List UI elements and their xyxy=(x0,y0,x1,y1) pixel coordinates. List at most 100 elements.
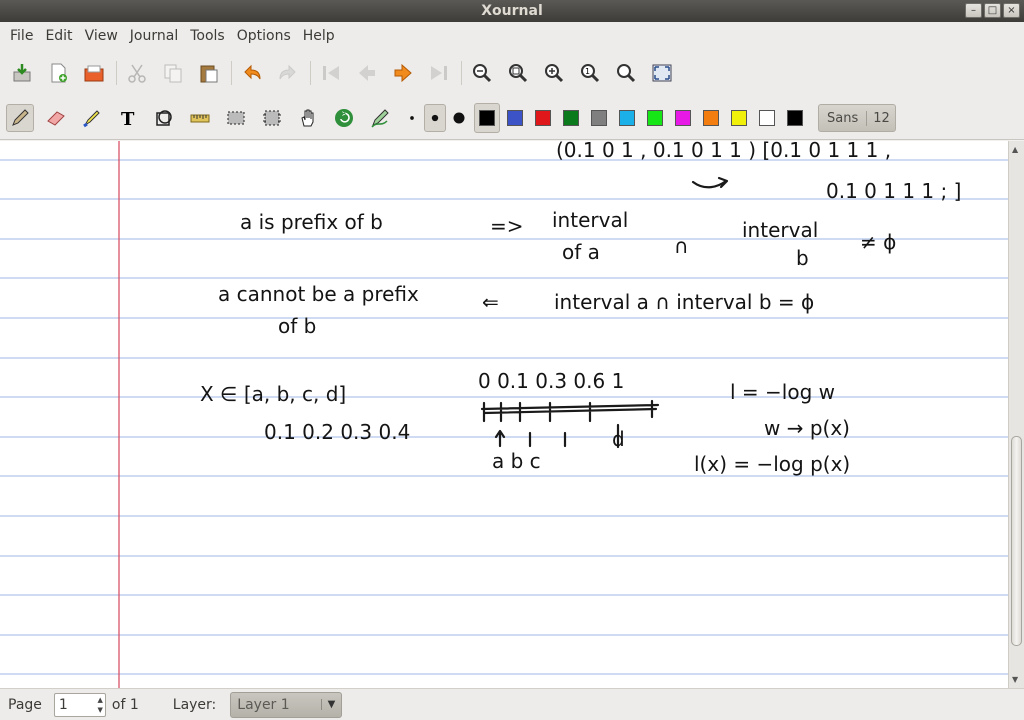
new-page-button[interactable] xyxy=(44,59,72,87)
color-blue-button[interactable] xyxy=(502,103,528,133)
previous-page-icon xyxy=(359,65,375,81)
first-page-icon xyxy=(323,66,339,80)
next-page-icon xyxy=(394,63,412,83)
color-green-button[interactable] xyxy=(558,103,584,133)
open-button[interactable] xyxy=(80,59,108,87)
menu-options[interactable]: Options xyxy=(231,28,297,44)
cut-icon xyxy=(128,64,146,83)
page-surface[interactable]: (0.1 0 1 , 0.1 0 1 1 ) [0.1 0 1 1 1 , 0.… xyxy=(0,141,1008,688)
menu-edit[interactable]: Edit xyxy=(39,28,78,44)
scrollbar-thumb[interactable] xyxy=(1011,436,1022,646)
color-light-green-button[interactable] xyxy=(642,103,668,133)
thickness-thick-icon xyxy=(453,112,465,124)
color-black-button[interactable] xyxy=(474,103,500,133)
font-size: 12 xyxy=(873,110,890,126)
thickness-medium-button[interactable] xyxy=(424,104,446,132)
ruler-icon xyxy=(190,114,210,123)
highlighter-tool-button[interactable] xyxy=(78,104,106,132)
paste-button[interactable] xyxy=(195,59,223,87)
menu-help[interactable]: Help xyxy=(297,28,341,44)
ruler-button[interactable] xyxy=(186,104,214,132)
color-swatch xyxy=(507,110,523,126)
status-bar: Page ▲▼ of 1 Layer: Layer 1 ▼ xyxy=(0,688,1024,720)
first-page-button[interactable] xyxy=(317,59,345,87)
color-magenta-button[interactable] xyxy=(670,103,696,133)
color-custom-button[interactable] xyxy=(782,103,808,133)
color-yellow-button[interactable] xyxy=(726,103,752,133)
color-swatch xyxy=(703,110,719,126)
eraser-icon xyxy=(47,111,65,126)
color-light-blue-button[interactable] xyxy=(614,103,640,133)
color-swatch xyxy=(591,110,607,126)
page-spinner[interactable]: ▲▼ xyxy=(53,692,106,717)
menu-journal[interactable]: Journal xyxy=(124,28,184,44)
select-rectangle-button[interactable] xyxy=(222,104,250,132)
redo-icon xyxy=(279,64,296,80)
save-button[interactable] xyxy=(8,59,36,87)
default-tool-button[interactable] xyxy=(330,104,358,132)
zoom-set-button[interactable] xyxy=(612,59,640,87)
color-orange-button[interactable] xyxy=(698,103,724,133)
note-row1-right-bottom: b xyxy=(796,246,809,270)
zoom-out-button[interactable] xyxy=(468,59,496,87)
zoom-in-icon xyxy=(545,64,564,83)
hand-tool-icon xyxy=(301,109,314,127)
minimize-button[interactable]: – xyxy=(965,3,982,18)
select-rectangle-icon xyxy=(227,111,245,125)
cut-button[interactable] xyxy=(123,59,151,87)
hand-tool-button[interactable] xyxy=(294,104,322,132)
next-page-button[interactable] xyxy=(389,59,417,87)
title-bar: Xournal – □ × xyxy=(0,0,1024,22)
pen-icon xyxy=(12,109,29,126)
color-swatch xyxy=(535,110,551,126)
note-row2-left-bottom: of b xyxy=(278,314,316,338)
scroll-down-arrow-icon[interactable]: ▼ xyxy=(1012,675,1018,684)
last-page-button[interactable] xyxy=(425,59,453,87)
zoom-out-icon xyxy=(473,64,492,83)
color-red-button[interactable] xyxy=(530,103,556,133)
zoom-normal-button[interactable]: 1 xyxy=(576,59,604,87)
scroll-up-arrow-icon[interactable]: ▲ xyxy=(1012,145,1018,154)
previous-page-button[interactable] xyxy=(353,59,381,87)
maximize-button[interactable]: □ xyxy=(984,3,1001,18)
menu-file[interactable]: File xyxy=(4,28,39,44)
journal-canvas[interactable]: (0.1 0 1 , 0.1 0 1 1 ) [0.1 0 1 1 1 , 0.… xyxy=(0,141,1008,688)
close-button[interactable]: × xyxy=(1003,3,1020,18)
redo-button[interactable] xyxy=(274,59,302,87)
page-number-input[interactable] xyxy=(54,696,91,713)
zoom-page-width-button[interactable] xyxy=(504,59,532,87)
text-tool-icon: T xyxy=(121,109,135,129)
thickness-thick-button[interactable] xyxy=(448,104,470,132)
menu-view[interactable]: View xyxy=(79,28,124,44)
color-swatch xyxy=(619,110,635,126)
spinner-arrows-icon[interactable]: ▲ ▼ xyxy=(98,695,103,715)
default-pen-button[interactable] xyxy=(366,104,394,132)
fullscreen-button[interactable] xyxy=(648,59,676,87)
page-count: of 1 xyxy=(111,696,139,713)
eraser-tool-button[interactable] xyxy=(42,104,70,132)
menu-tools[interactable]: Tools xyxy=(184,28,231,44)
font-button[interactable]: Sans 12 xyxy=(818,104,896,132)
menu-bar: File Edit View Journal Tools Options Hel… xyxy=(0,22,1024,49)
layer-label: Layer: xyxy=(172,696,217,713)
copy-button[interactable] xyxy=(159,59,187,87)
default-pen-icon xyxy=(371,109,389,128)
shape-recognizer-button[interactable] xyxy=(150,104,178,132)
undo-button[interactable] xyxy=(238,59,266,87)
thickness-medium-icon xyxy=(431,114,439,122)
note-line1-top: (0.1 0 1 , 0.1 0 1 1 ) [0.1 0 1 1 1 , xyxy=(556,141,891,162)
color-gray-button[interactable] xyxy=(586,103,612,133)
select-region-button[interactable] xyxy=(258,104,286,132)
layer-dropdown[interactable]: Layer 1 ▼ xyxy=(230,691,343,718)
select-region-icon xyxy=(263,110,281,126)
ink-number-line xyxy=(480,399,660,423)
note-row1-arrow: => xyxy=(490,214,524,238)
chevron-down-icon: ▼ xyxy=(320,699,335,710)
text-tool-button[interactable]: T xyxy=(114,104,142,132)
thickness-fine-button[interactable] xyxy=(402,104,422,132)
zoom-in-button[interactable] xyxy=(540,59,568,87)
vertical-scrollbar[interactable]: ▲ ▼ xyxy=(1008,141,1024,688)
pen-tool-button[interactable] xyxy=(6,104,34,132)
shape-recognizer-icon xyxy=(156,110,172,126)
color-white-button[interactable] xyxy=(754,103,780,133)
